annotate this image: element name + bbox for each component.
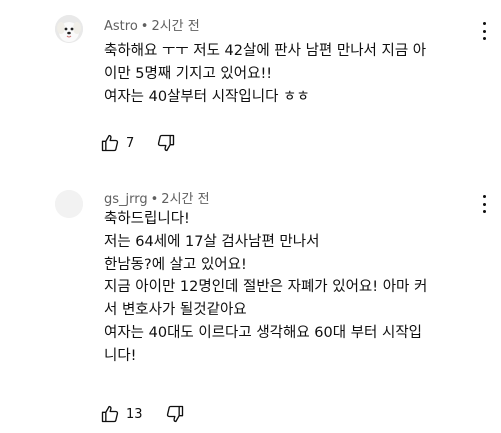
meta-separator: • <box>140 19 149 34</box>
comment-line: 이만 5명째 기지고 있어요!! <box>104 65 273 82</box>
comment-line: 니다! <box>104 347 137 364</box>
avatar[interactable] <box>55 15 83 43</box>
comment-actions: 7 <box>100 131 176 155</box>
comment-line: 저는 64세에 17살 검사남편 만나서 <box>104 233 320 250</box>
comment-author[interactable]: gs_jrrg <box>104 192 148 207</box>
comment-line: 여자는 40살부터 시작입니다 ㅎㅎ <box>104 88 310 105</box>
like-button[interactable]: 7 <box>100 133 134 153</box>
thumbs-up-icon <box>101 134 119 152</box>
comment-meta: Astro • 2시간 전 <box>104 15 200 34</box>
meta-separator: • <box>150 192 159 207</box>
thumbs-down-icon <box>158 134 175 152</box>
avatar[interactable] <box>55 190 83 218</box>
like-count: 7 <box>126 135 135 151</box>
comment-text: 축하드립니다! 저는 64세에 17살 검사남편 만나서 한남동?에 살고 있어… <box>104 208 474 368</box>
comment-line: 서 변호사가 될것같아요 <box>104 302 247 319</box>
comment-line: 축하해요 ㅜㅜ 저도 42살에 판사 남편 만나서 지금 아 <box>104 43 427 59</box>
more-actions-icon[interactable] <box>481 22 487 40</box>
thumbs-up-icon <box>101 405 119 423</box>
comment-line: 여자는 40대도 이르다고 생각해요 60대 부터 시작입 <box>104 324 423 341</box>
like-button[interactable]: 13 <box>100 404 143 424</box>
comment-line: 한남동?에 살고 있어요! <box>104 256 247 273</box>
dislike-button[interactable] <box>156 133 176 153</box>
comment-text: 축하해요 ㅜㅜ 저도 42살에 판사 남편 만나서 지금 아 이만 5명째 기지… <box>104 40 474 108</box>
comment-line: 지금 아이만 12명인데 절반은 자폐가 있어요! 아마 커 <box>104 279 428 296</box>
more-actions-icon[interactable] <box>481 195 487 213</box>
comment-actions: 13 <box>100 402 185 426</box>
white-dog-avatar-icon <box>55 15 83 43</box>
thumbs-down-icon <box>166 405 183 423</box>
comment-author[interactable]: Astro <box>104 19 138 34</box>
comment-time[interactable]: 2시간 전 <box>161 192 209 207</box>
comment-line: 축하드립니다! <box>104 211 190 227</box>
blank-avatar-icon <box>55 190 83 218</box>
dislike-button[interactable] <box>165 404 185 424</box>
comment-meta: gs_jrrg • 2시간 전 <box>104 188 210 207</box>
comment-time[interactable]: 2시간 전 <box>151 19 199 34</box>
like-count: 13 <box>126 406 143 422</box>
